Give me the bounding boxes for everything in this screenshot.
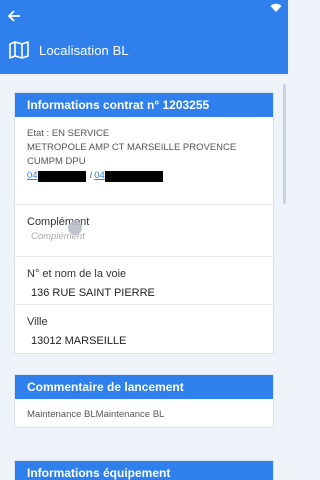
touch-ripple	[68, 221, 82, 235]
arrow-left-icon[interactable]	[7, 9, 21, 23]
contract-client-line-2: CUMPM DPU	[27, 156, 86, 167]
equipment-info-card: Informations équipement	[14, 460, 274, 480]
launch-comment-text: Maintenance BLMaintenance BL	[27, 409, 165, 420]
street-value: 136 RUE SAINT PIERRE	[31, 287, 155, 299]
street-field: N° et nom de la voie 136 RUE SAINT PIERR…	[15, 257, 273, 305]
phone-row: 04 / 04	[27, 169, 261, 183]
complement-field[interactable]: Complément Complément	[15, 205, 273, 257]
scrollbar[interactable]	[283, 84, 286, 204]
complement-label: Complément	[27, 216, 90, 228]
page-title: Localisation BL	[39, 42, 129, 58]
contract-client-line: METROPOLE AMP CT MARSEILLE PROVENCE	[27, 142, 237, 153]
contract-info-card: Informations contrat n° 1203255 Etat : E…	[14, 92, 274, 354]
redacted-phone-2	[104, 170, 163, 182]
street-label: N° et nom de la voie	[27, 268, 127, 280]
city-label: Ville	[27, 316, 48, 328]
contract-status-section: Etat : EN SERVICE METROPOLE AMP CT MARSE…	[15, 117, 273, 205]
complement-input[interactable]: Complément	[27, 231, 261, 242]
city-value: 13012 MARSEILLE	[31, 335, 127, 347]
launch-comment-card: Commentaire de lancement Maintenance BLM…	[14, 374, 274, 428]
city-field: Ville 13012 MARSEILLE	[15, 305, 273, 353]
phone-link-1[interactable]: 04	[27, 169, 38, 183]
launch-card-header: Commentaire de lancement	[15, 375, 273, 399]
app-bar: Localisation BL	[0, 0, 288, 74]
title-row: Localisation BL	[9, 40, 129, 60]
contract-status-text: Etat : EN SERVICE	[27, 128, 110, 139]
phone-link-2[interactable]: 04	[94, 169, 105, 183]
contract-card-header: Informations contrat n° 1203255	[15, 93, 273, 117]
wifi-icon	[270, 3, 282, 12]
phone-separator: /	[89, 170, 93, 181]
map-icon	[9, 41, 29, 59]
redacted-phone-1	[37, 170, 86, 182]
content-scroll-area[interactable]: Informations contrat n° 1203255 Etat : E…	[0, 74, 288, 480]
equipment-card-header: Informations équipement	[15, 461, 273, 480]
